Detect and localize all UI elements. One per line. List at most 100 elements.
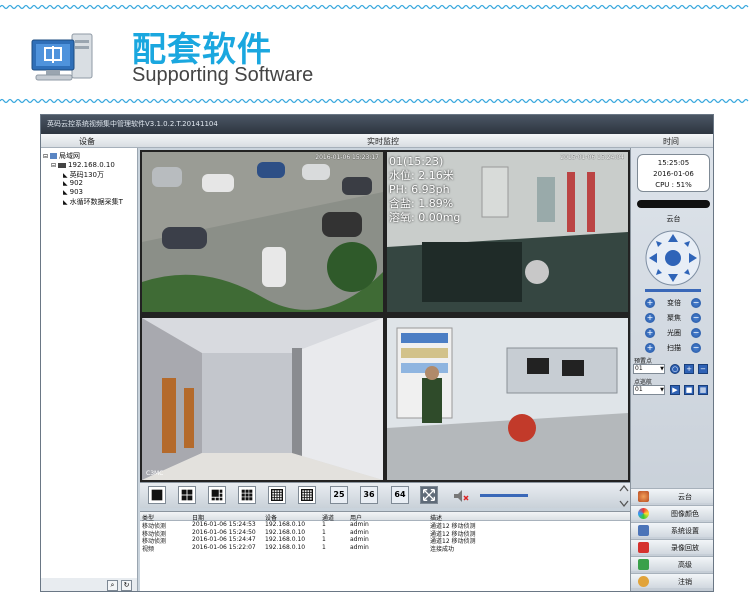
menu-ptz-button[interactable]: 云台: [631, 488, 713, 503]
menu-logout-button[interactable]: 注销: [631, 573, 713, 588]
menu-playback-button[interactable]: 录像回放: [631, 539, 713, 554]
menu-image-color-button[interactable]: 图像颜色: [631, 505, 713, 520]
ptz-section-label: 云台: [666, 215, 681, 223]
iris-close-button[interactable]: −: [691, 328, 701, 338]
camera-icon: ◣: [63, 179, 68, 187]
ptz-camera-icon: [638, 491, 649, 502]
corridor-scene: [142, 318, 383, 480]
iris-open-button[interactable]: +: [645, 328, 655, 338]
page-subtitle: Supporting Software: [132, 64, 314, 86]
cruise-stop-button[interactable]: ■: [684, 385, 694, 395]
scan-start-button[interactable]: +: [645, 343, 655, 353]
camera-icon: ◣: [63, 171, 68, 179]
chevron-down-icon: ▼: [660, 387, 664, 393]
scan-stop-button[interactable]: −: [691, 343, 701, 353]
table-row[interactable]: 移动侦测 2016-01-06 15:24:47 192.168.0.10 1 …: [140, 536, 630, 545]
computer-icon: [28, 30, 98, 85]
sensor-overlay: 01(15:23) 水位: 2.16米 PH: 6.93ph 含盐: 1.89%…: [389, 155, 461, 224]
menu-advanced-button[interactable]: 高级: [631, 556, 713, 571]
tree-ip-node[interactable]: ⊟ 192.168.0.10: [51, 161, 115, 169]
ptz-direction-pad[interactable]: [645, 230, 701, 286]
preset-call-button[interactable]: ○: [670, 364, 680, 374]
preset-add-button[interactable]: +: [684, 364, 694, 374]
status-bar: [637, 200, 710, 208]
ptz-speed-slider[interactable]: [645, 289, 701, 292]
camera-view-1[interactable]: 2016-01-06 15:23:17: [142, 152, 383, 312]
column-headers: 设备 实时监控 时间: [41, 134, 713, 148]
camera-view-4[interactable]: [387, 318, 628, 480]
cpu-usage: CPU : 51%: [655, 181, 692, 189]
dvr-icon: [58, 162, 67, 168]
camera-timestamp: 2016-01-06 15:23:17: [315, 154, 379, 161]
live-header: 实时监控: [367, 137, 399, 146]
camera-icon: ◣: [63, 198, 68, 206]
layout-toolbar: 25 36 64: [140, 482, 630, 508]
users-icon: [638, 576, 649, 587]
layout-9-button[interactable]: [238, 486, 256, 504]
camera-timestamp: 2015-01-06 15:24:04: [560, 154, 624, 161]
top-wavy-divider: [0, 4, 749, 10]
camera-icon: ◣: [63, 188, 68, 196]
right-control-panel: 15:25:05 2016-01-06 CPU : 51% 云台 + 变倍 − …: [630, 148, 713, 591]
preset-delete-button[interactable]: −: [698, 364, 708, 374]
zoom-in-button[interactable]: +: [645, 298, 655, 308]
scan-control: + 扫描 −: [645, 343, 701, 353]
tree-camera-node[interactable]: ◣ 水循环数据采集T: [63, 197, 123, 207]
office-scene: [387, 318, 628, 480]
focus-in-button[interactable]: +: [645, 313, 655, 323]
focus-control: + 聚焦 −: [645, 313, 701, 323]
tree-camera-node[interactable]: ◣ 903: [63, 188, 83, 196]
chevron-down-icon: ▼: [660, 366, 664, 372]
scroll-arrows-icon[interactable]: [618, 483, 630, 509]
vms-app-window: 英码云控系统视频集中管理软件V3.1.0.2.T.20141104 设备 实时监…: [40, 114, 714, 592]
search-icon[interactable]: ⌕: [107, 580, 118, 591]
clock-display: 15:25:05 2016-01-06 CPU : 51%: [637, 154, 710, 192]
layout-13-button[interactable]: [268, 486, 286, 504]
layout-25-button[interactable]: 25: [330, 486, 348, 504]
zoom-control: + 变倍 −: [645, 298, 701, 308]
tree-bottom-bar: ⌕ ↻: [41, 578, 138, 591]
table-row[interactable]: 移动侦测 2016-01-06 15:24:53 192.168.0.10 1 …: [140, 521, 630, 530]
layout-36-button[interactable]: 36: [360, 486, 378, 504]
layout-4-button[interactable]: [178, 486, 196, 504]
camera-view-2[interactable]: 01(15:23) 水位: 2.16米 PH: 6.93ph 含盐: 1.89%…: [387, 152, 628, 312]
network-icon: [50, 153, 58, 159]
film-icon: [638, 542, 649, 553]
parking-lot-scene: [142, 152, 383, 312]
focus-out-button[interactable]: −: [691, 313, 701, 323]
table-row[interactable]: 移动侦测 2016-01-06 15:24:50 192.168.0.10 1 …: [140, 529, 630, 538]
settings-icon: [638, 525, 649, 536]
color-wheel-icon: [638, 508, 649, 519]
camera-label: C3MC: [146, 470, 164, 477]
fullscreen-icon[interactable]: [420, 486, 438, 504]
devices-header: 设备: [79, 137, 95, 146]
tree-camera-node[interactable]: ◣ 902: [63, 179, 83, 187]
zoom-out-button[interactable]: −: [691, 298, 701, 308]
cruise-play-button[interactable]: ▶: [670, 385, 680, 395]
cruise-grid-button[interactable]: ▦: [698, 385, 708, 395]
camera-view-3[interactable]: C3MC: [142, 318, 383, 480]
download-arrow-icon: [638, 559, 649, 570]
tree-root[interactable]: ⊟ 局域网: [43, 151, 80, 161]
expand-icon[interactable]: ⊟: [51, 162, 56, 169]
cruise-select[interactable]: 01 ▼: [633, 385, 665, 395]
clock-time: 15:25:05: [657, 159, 690, 167]
expand-icon[interactable]: ⊟: [43, 153, 48, 160]
video-grid: 2016-01-06 15:23:17 01(15:23) 水位: 2.16米 …: [140, 150, 630, 482]
layout-1-button[interactable]: [148, 486, 166, 504]
volume-slider[interactable]: [480, 494, 528, 497]
iris-control: + 光圈 −: [645, 328, 701, 338]
table-row[interactable]: 视频 2016-01-06 15:22:07 192.168.0.10 1 ad…: [140, 544, 630, 553]
event-log-header: 类型 日期 设备 通道 用户 描述: [140, 512, 630, 522]
menu-system-settings-button[interactable]: 系统设置: [631, 522, 713, 537]
clock-date: 2016-01-06: [653, 170, 694, 178]
preset-select[interactable]: 01 ▼: [633, 364, 665, 374]
device-tree: ⊟ 局域网 ⊟ 192.168.0.10 ◣ 英码130万 ◣ 902 ◣ 90…: [41, 148, 138, 578]
layout-16-button[interactable]: [298, 486, 316, 504]
time-header: 时间: [663, 137, 679, 146]
refresh-icon[interactable]: ↻: [121, 580, 132, 591]
event-log-table: 类型 日期 设备 通道 用户 描述 移动侦测 2016-01-06 15:24:…: [140, 511, 630, 591]
layout-64-button[interactable]: 64: [391, 486, 409, 504]
mute-icon[interactable]: [452, 487, 470, 505]
layout-6-button[interactable]: [208, 486, 226, 504]
